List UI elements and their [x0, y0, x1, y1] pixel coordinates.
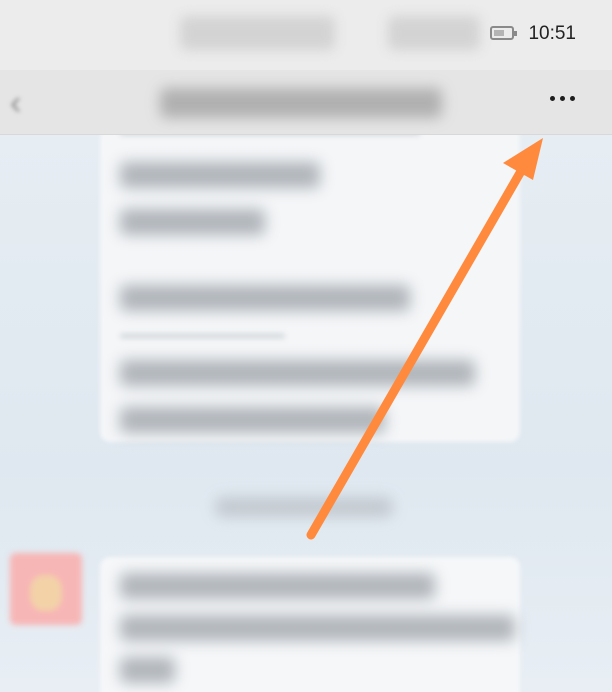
status-network-blurred — [388, 16, 480, 50]
message-line-blurred — [120, 162, 320, 188]
message-divider-blurred — [120, 334, 285, 338]
status-bar: 10:51 — [0, 0, 612, 70]
chat-title-blurred — [160, 88, 442, 118]
message-line-blurred — [120, 657, 175, 683]
timestamp-divider-blurred — [215, 497, 393, 517]
more-icon[interactable] — [540, 80, 584, 116]
chat-area[interactable] — [0, 135, 612, 692]
message-bubble[interactable] — [100, 557, 520, 692]
message-bubble[interactable] — [100, 135, 520, 442]
status-time: 10:51 — [528, 23, 576, 44]
battery-icon — [490, 26, 517, 40]
message-line-blurred — [120, 285, 410, 311]
avatar[interactable] — [10, 553, 82, 625]
chevron-left-icon[interactable]: ‹ — [10, 86, 21, 120]
message-line-blurred — [120, 360, 475, 386]
message-line-blurred — [120, 573, 435, 599]
message-line-blurred — [120, 209, 265, 235]
message-line-blurred — [120, 615, 515, 641]
chat-header: ‹ — [0, 70, 612, 135]
message-line-blurred — [120, 407, 385, 433]
status-left-blurred — [180, 16, 335, 50]
